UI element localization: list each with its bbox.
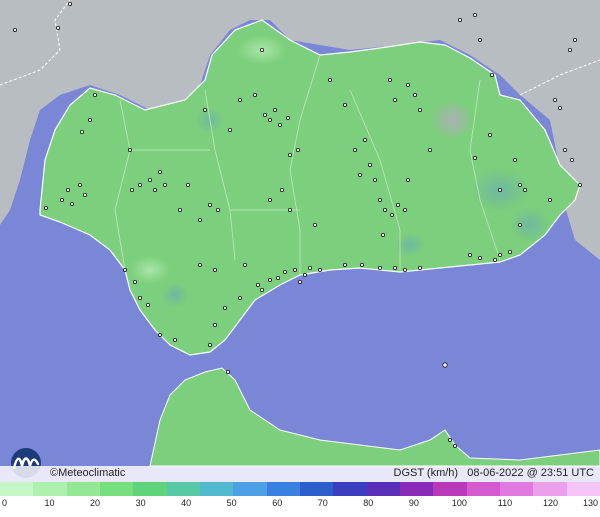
color-scale-swatches bbox=[0, 482, 600, 496]
legend-tick-label: 0 bbox=[2, 498, 8, 508]
legend-tick-label: 20 bbox=[90, 498, 101, 508]
legend-swatch bbox=[99, 482, 134, 496]
variable-label: DGST (km/h) bbox=[393, 467, 459, 479]
attribution: ©Meteoclimatic bbox=[50, 467, 126, 479]
legend-swatch bbox=[433, 482, 467, 496]
color-scale-legend: 0 10 20 30 40 50 60 70 80 90 100 110 120 130 bbox=[0, 482, 600, 517]
calm-area bbox=[130, 256, 170, 284]
legend-tick-label: 60 bbox=[272, 498, 283, 508]
legend-tick-label: 50 bbox=[226, 498, 237, 508]
legend-tick-label: 120 bbox=[542, 498, 558, 508]
legend-swatch bbox=[366, 482, 400, 496]
legend-tick-label: 100 bbox=[451, 498, 467, 508]
legend-swatch bbox=[233, 482, 267, 496]
legend-swatch bbox=[133, 482, 167, 496]
info-bar: ©Meteoclimatic DGST (km/h) 08-06-2022 @ … bbox=[0, 466, 600, 482]
legend-swatch bbox=[166, 482, 200, 496]
legend-swatch bbox=[266, 482, 300, 496]
timestamp: 08-06-2022 @ 23:51 UTC bbox=[467, 467, 594, 479]
mountain-shading bbox=[430, 100, 474, 140]
legend-tick-label: 40 bbox=[181, 498, 192, 508]
legend-tick-label: 130 bbox=[582, 498, 598, 508]
windy-area bbox=[510, 207, 550, 243]
legend-tick-label: 110 bbox=[497, 498, 513, 508]
legend-swatch bbox=[33, 482, 67, 496]
legend-swatch bbox=[399, 482, 434, 496]
windy-area bbox=[161, 283, 189, 307]
legend-tick-label: 30 bbox=[135, 498, 146, 508]
legend-swatch bbox=[199, 482, 234, 496]
legend-tick-label: 70 bbox=[317, 498, 328, 508]
windy-area bbox=[395, 233, 425, 257]
legend-swatch bbox=[499, 482, 534, 496]
map-caption: DGST (km/h) 08-06-2022 @ 23:51 UTC bbox=[394, 467, 595, 479]
wind-gust-map bbox=[0, 0, 600, 517]
legend-swatch bbox=[533, 482, 567, 496]
legend-swatch bbox=[466, 482, 500, 496]
legend-tick-label: 10 bbox=[44, 498, 55, 508]
legend-swatch bbox=[66, 482, 100, 496]
legend-tick-label: 90 bbox=[408, 498, 419, 508]
legend-swatch bbox=[0, 482, 34, 496]
legend-swatch bbox=[299, 482, 334, 496]
color-scale-ticks: 0 10 20 30 40 50 60 70 80 90 100 110 120 130 bbox=[0, 498, 600, 512]
legend-tick-label: 80 bbox=[363, 498, 374, 508]
legend-swatch bbox=[333, 482, 367, 496]
legend-swatch bbox=[566, 482, 600, 496]
